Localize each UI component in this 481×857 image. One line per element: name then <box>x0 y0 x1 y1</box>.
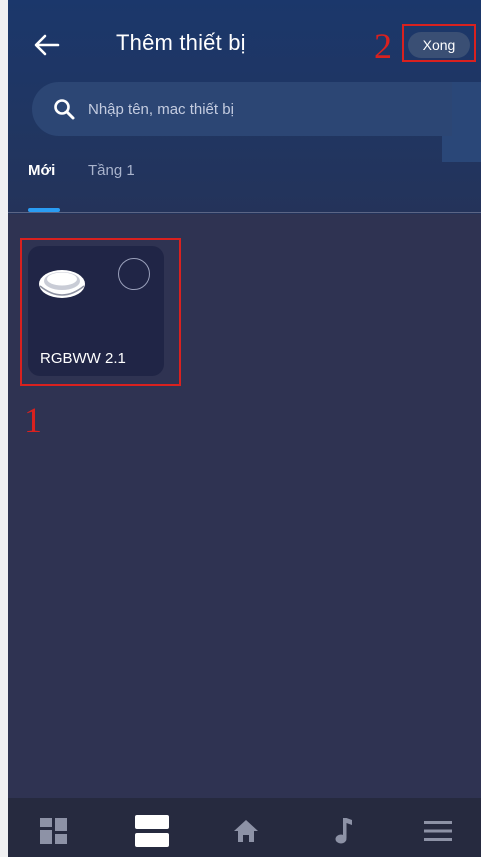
ceiling-light-icon <box>39 270 85 298</box>
tab-new[interactable]: Mới <box>28 162 55 179</box>
menu-icon <box>424 821 452 841</box>
home-icon <box>234 820 258 842</box>
tabs-divider <box>8 212 481 213</box>
nav-home[interactable] <box>226 814 266 848</box>
header: Thêm thiết bị 2 Xong Nhập tên, mac thiết… <box>8 0 481 214</box>
annotation-marker-2: 2 <box>374 26 392 66</box>
arrow-left-icon <box>34 34 60 56</box>
search-icon <box>54 99 75 120</box>
search-input[interactable]: Nhập tên, mac thiết bị <box>88 101 234 118</box>
nav-devices[interactable] <box>132 814 172 848</box>
bottom-navigation <box>8 798 481 857</box>
floor-tabs: Mới Tầng 1 <box>8 160 481 214</box>
annotation-marker-1: 1 <box>24 400 42 440</box>
search-bar[interactable]: Nhập tên, mac thiết bị <box>32 82 452 136</box>
dashboard-icon <box>40 818 67 844</box>
devices-icon <box>135 815 169 847</box>
app-screen: Thêm thiết bị 2 Xong Nhập tên, mac thiết… <box>8 0 481 857</box>
nav-menu[interactable] <box>418 814 458 848</box>
tab-floor-1[interactable]: Tầng 1 <box>88 162 135 179</box>
device-name: RGBWW 2.1 <box>40 350 126 367</box>
select-checkbox[interactable] <box>118 258 150 290</box>
nav-music[interactable] <box>324 814 364 848</box>
music-icon <box>335 818 352 844</box>
page-title: Thêm thiết bị <box>116 30 246 55</box>
done-button[interactable]: Xong <box>408 32 470 58</box>
nav-dashboard[interactable] <box>34 814 74 848</box>
device-card[interactable]: RGBWW 2.1 <box>28 246 164 376</box>
back-button[interactable] <box>30 28 64 62</box>
